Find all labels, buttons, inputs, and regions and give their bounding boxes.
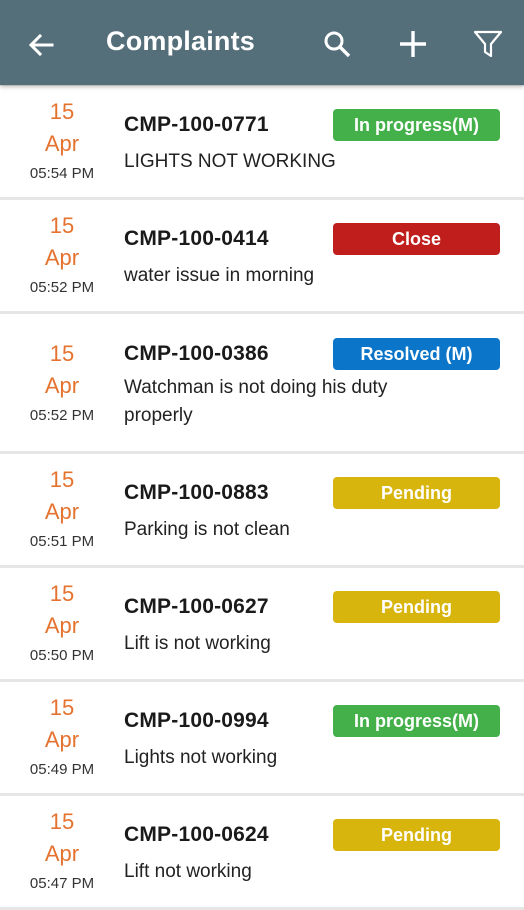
complaint-id: CMP-100-0386 — [124, 342, 269, 365]
date-month: Apr — [44, 613, 80, 638]
date-day: 15 — [49, 695, 75, 720]
date-month: Apr — [44, 245, 80, 270]
complaint-time: 05:54 PM — [29, 165, 95, 182]
complaint-item[interactable]: 15 Apr 05:49 PM CMP-100-0994 In progress… — [0, 682, 524, 796]
date-month: Apr — [44, 727, 80, 752]
complaint-time: 05:52 PM — [29, 407, 95, 424]
complaint-item[interactable]: 15 Apr 05:50 PM CMP-100-0627 Pending Lif… — [0, 568, 524, 682]
filter-button[interactable] — [470, 26, 506, 62]
complaint-item[interactable]: 15 Apr 05:52 PM CMP-100-0386 Resolved (M… — [0, 314, 524, 454]
complaint-item[interactable]: 15 Apr 05:51 PM CMP-100-0883 Pending Par… — [0, 454, 524, 568]
complaint-item[interactable]: 15 Apr 05:47 PM CMP-100-0624 Pending Lif… — [0, 796, 524, 910]
date-day: 15 — [49, 581, 75, 606]
complaint-id: CMP-100-0627 — [124, 595, 269, 618]
complaint-date: 15 Apr 05:49 PM — [0, 692, 124, 782]
complaint-id: CMP-100-0883 — [124, 481, 269, 504]
date-day: 15 — [49, 99, 75, 124]
complaint-date: 15 Apr 05:52 PM — [0, 338, 124, 428]
complaint-description: Lights not working — [124, 747, 278, 768]
complaint-date: 15 Apr 05:50 PM — [0, 578, 124, 668]
complaint-time: 05:52 PM — [29, 279, 95, 296]
complaint-date: 15 Apr 05:47 PM — [0, 806, 124, 896]
date-month: Apr — [44, 841, 80, 866]
page-title: Complaints — [106, 26, 256, 56]
complaint-time: 05:49 PM — [29, 761, 95, 778]
complaint-date: 15 Apr 05:52 PM — [0, 210, 124, 300]
date-day: 15 — [49, 809, 75, 834]
complaint-id: CMP-100-0414 — [124, 227, 269, 250]
add-complaint-button[interactable] — [395, 26, 431, 62]
complaint-description: water issue in morning — [124, 265, 315, 286]
complaint-description: Watchman is not doing his duty properly — [124, 377, 388, 426]
date-day: 15 — [49, 341, 75, 366]
date-month: Apr — [44, 499, 80, 524]
complaint-description: Lift not working — [124, 861, 252, 882]
search-icon — [324, 31, 351, 58]
complaint-time: 05:47 PM — [29, 875, 95, 892]
date-month: Apr — [44, 373, 80, 398]
complaint-time: 05:50 PM — [29, 647, 95, 664]
complaint-id: CMP-100-0771 — [124, 113, 269, 136]
date-day: 15 — [49, 467, 75, 492]
status-badge[interactable]: Pending — [333, 477, 500, 509]
complaint-time: 05:51 PM — [29, 533, 95, 550]
complaint-item[interactable]: 15 Apr 05:54 PM CMP-100-0771 In progress… — [0, 86, 524, 200]
complaint-description: LIGHTS NOT WORKING — [124, 151, 336, 172]
status-badge[interactable]: Pending — [333, 819, 500, 851]
complaint-date: 15 Apr 05:51 PM — [0, 464, 124, 554]
back-arrow-icon — [28, 33, 54, 57]
search-button[interactable] — [319, 26, 355, 62]
complaint-description: Parking is not clean — [124, 519, 290, 540]
complaints-list: 15 Apr 05:54 PM CMP-100-0771 In progress… — [0, 86, 524, 910]
add-icon — [400, 31, 426, 57]
complaint-id: CMP-100-0624 — [124, 823, 269, 846]
status-badge[interactable]: In progress(M) — [333, 705, 500, 737]
status-badge[interactable]: In progress(M) — [333, 109, 500, 141]
back-button[interactable] — [24, 28, 58, 62]
status-badge[interactable]: Resolved (M) — [333, 338, 500, 370]
date-day: 15 — [49, 213, 75, 238]
complaint-description: Lift is not working — [124, 633, 271, 654]
status-badge[interactable]: Close — [333, 223, 500, 255]
app-bar: Complaints — [0, 0, 524, 85]
complaint-item[interactable]: 15 Apr 05:52 PM CMP-100-0414 Close water… — [0, 200, 524, 314]
date-month: Apr — [44, 131, 80, 156]
complaint-date: 15 Apr 05:54 PM — [0, 96, 124, 186]
filter-icon — [473, 30, 503, 58]
complaint-id: CMP-100-0994 — [124, 709, 269, 732]
status-badge[interactable]: Pending — [333, 591, 500, 623]
